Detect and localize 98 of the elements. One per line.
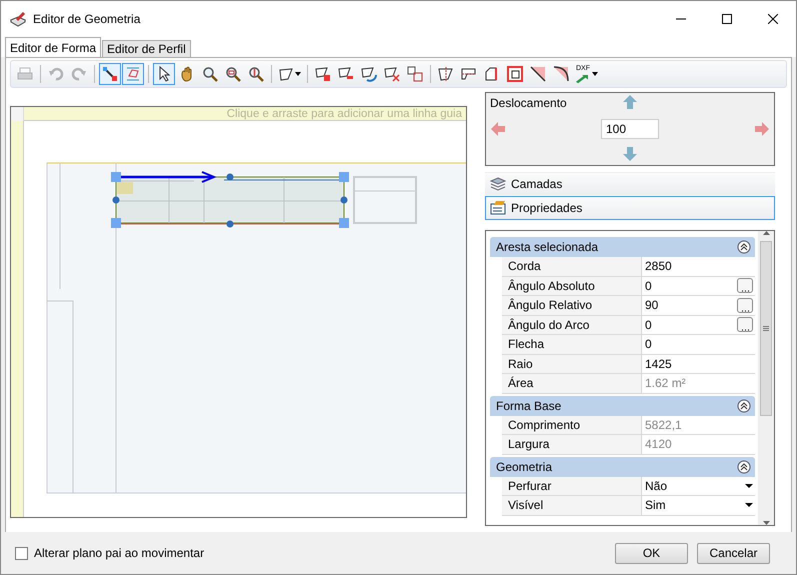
property-value[interactable]: Sim: [642, 496, 755, 514]
snap-icon: [102, 66, 118, 82]
toolbar-button[interactable]: [153, 63, 175, 85]
toolbar-button[interactable]: [99, 63, 121, 85]
toolbar-button[interactable]: [504, 63, 526, 85]
grip-icon: [763, 326, 769, 331]
property-value[interactable]: 0: [642, 316, 755, 334]
caret-icon: [295, 72, 301, 76]
checkbox-label: Alterar plano pai ao movimentar: [34, 545, 206, 562]
group-header[interactable]: Geometria: [490, 456, 755, 476]
ok-button[interactable]: OK: [615, 542, 688, 564]
offset-square-icon: [507, 66, 523, 82]
resize-handle[interactable]: [339, 172, 349, 182]
shape-plus-icon: [315, 66, 331, 82]
shape-minus-icon: [338, 66, 354, 82]
close-icon: [768, 14, 778, 24]
scroll-up-icon[interactable]: [762, 231, 770, 235]
group-title: Aresta selecionada: [496, 239, 598, 256]
cancel-button[interactable]: Cancelar: [697, 542, 770, 564]
guide-icon: [125, 66, 141, 82]
dots-icon: [741, 308, 749, 312]
property-label: Flecha: [502, 335, 642, 354]
scroll-down-icon[interactable]: [762, 521, 770, 525]
tab[interactable]: Editor de Perfil: [102, 40, 191, 57]
redo-icon: [71, 66, 87, 82]
layers-icon: [490, 176, 506, 192]
property-label: Perfurar: [502, 476, 642, 495]
ellipsis-button[interactable]: [737, 278, 753, 294]
checkbox[interactable]: [15, 546, 28, 560]
property-value: 1.62 m²: [644, 375, 687, 392]
panel-button[interactable]: Propriedades: [485, 196, 775, 220]
property-value[interactable]: 0: [642, 276, 755, 295]
group-title: Forma Base: [496, 398, 562, 414]
property-label: Comprimento: [502, 416, 642, 434]
property-label: Visível: [502, 496, 642, 514]
scroll-thumb[interactable]: [760, 241, 772, 416]
property-value: 4120: [644, 436, 673, 454]
property-value[interactable]: 90: [642, 296, 755, 314]
zoom-extents-icon: [248, 66, 264, 82]
zoom-icon: [202, 66, 218, 82]
edge-handle[interactable]: [340, 196, 348, 204]
dots-icon: [741, 328, 749, 332]
scrollbar[interactable]: [758, 231, 774, 525]
resize-handle[interactable]: [111, 172, 121, 182]
maximize-icon: [722, 14, 732, 24]
chamfer-icon: [530, 66, 546, 82]
ellipsis-button[interactable]: [737, 317, 753, 332]
group-title: Geometria: [496, 458, 552, 476]
caret-icon[interactable]: [745, 484, 753, 488]
shape-rotate-icon: [361, 66, 377, 82]
panel-title: Deslocamento: [490, 95, 567, 112]
collapse-icon[interactable]: [737, 398, 751, 412]
resize-handle[interactable]: [111, 218, 121, 228]
tab[interactable]: Editor de Forma: [5, 37, 102, 57]
app-icon: [9, 11, 27, 27]
property-label: Área: [502, 374, 642, 392]
properties-icon: [490, 200, 506, 216]
edge-handle[interactable]: [112, 196, 120, 204]
dots-icon: [741, 289, 749, 292]
left-arrow-icon: [490, 121, 506, 137]
window-title: Editor de Geometria: [33, 11, 142, 28]
property-label: Ângulo do Arco: [502, 316, 642, 334]
printer-icon: [17, 66, 33, 82]
collapse-icon[interactable]: [737, 460, 751, 474]
edge-handle[interactable]: [226, 174, 234, 180]
offset-input[interactable]: 100: [601, 119, 659, 139]
property-value[interactable]: 0: [642, 335, 755, 354]
caret-icon: [592, 72, 598, 76]
property-value[interactable]: 2850: [642, 257, 755, 276]
down-arrow-icon: [622, 146, 638, 162]
property-label: Largura: [502, 435, 642, 454]
property-value[interactable]: Não: [642, 476, 755, 495]
resize-handle[interactable]: [339, 218, 349, 228]
property-label: Corda: [502, 257, 642, 276]
property-value[interactable]: 1425: [642, 354, 755, 373]
ellipsis-button[interactable]: [737, 298, 753, 313]
ruler-hint: Clique e arraste para adicionar uma linha guia: [24, 107, 466, 121]
zoom-window-icon: [225, 66, 241, 82]
split-square-icon: [407, 66, 423, 82]
property-label: Raio: [502, 354, 642, 373]
shape-edge-icon: [484, 66, 500, 82]
caret-icon[interactable]: [745, 503, 753, 508]
group-header[interactable]: Aresta selecionada: [490, 237, 755, 257]
property-label: Ângulo Absoluto: [502, 276, 642, 295]
shape-cut-icon: [438, 66, 454, 82]
panel-button[interactable]: Camadas: [485, 172, 775, 196]
property-label: Ângulo Relativo: [502, 296, 642, 314]
shape-trim-icon: [461, 66, 477, 82]
edge-handle[interactable]: [226, 220, 234, 228]
group-header[interactable]: Forma Base: [490, 396, 755, 416]
fillet-icon: [553, 66, 569, 82]
property-value: 5822,1: [644, 416, 683, 434]
undo-icon: [48, 66, 64, 82]
collapse-icon[interactable]: [737, 240, 751, 254]
up-arrow-icon: [622, 94, 638, 110]
right-arrow-icon: [754, 121, 770, 137]
shape-delete-icon: [384, 66, 400, 82]
shape-icon: [278, 66, 294, 82]
